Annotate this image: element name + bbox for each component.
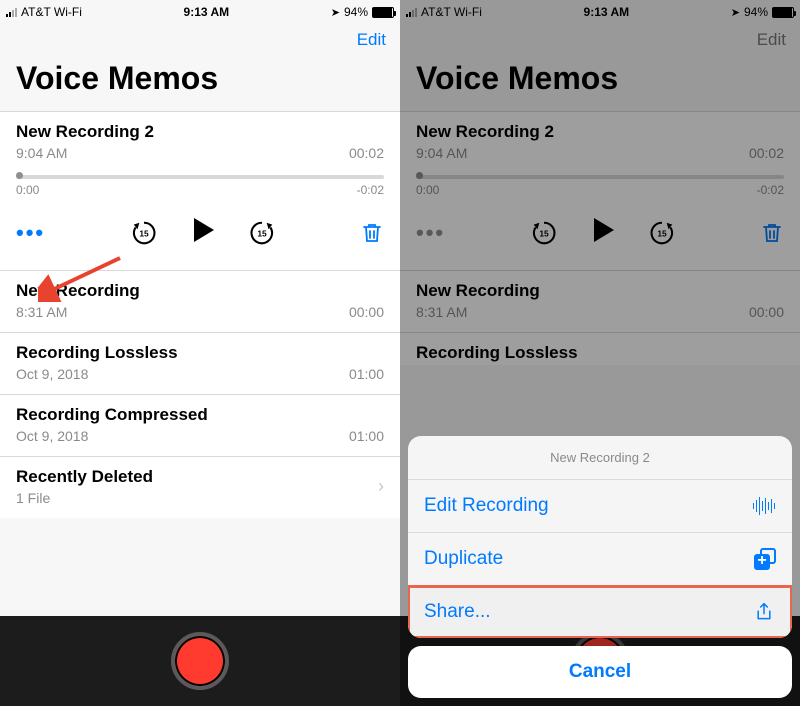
scrubber-thumb[interactable] (16, 172, 23, 179)
signal-icon (6, 7, 17, 17)
location-icon: ➤ (331, 6, 340, 19)
recording-row[interactable]: Recording Compressed Oct 9, 201801:00 (0, 394, 400, 456)
play-button[interactable] (188, 215, 218, 250)
recording-title: Recording Compressed (16, 405, 384, 425)
recording-row[interactable]: Recording Lossless Oct 9, 201801:00 (0, 332, 400, 394)
recording-expanded: New Recording 2 9:04 AM00:02 0:00-0:02 •… (400, 111, 800, 270)
chevron-right-icon: › (378, 476, 384, 497)
recording-row: New Recording 8:31 AM00:00 (400, 270, 800, 332)
battery-pct: 94% (344, 5, 368, 19)
scrubber (416, 175, 784, 179)
status-bar: AT&T Wi-Fi 9:13 AM ➤ 94% (0, 0, 400, 20)
carrier-label: AT&T Wi-Fi (421, 5, 482, 19)
carrier-label: AT&T Wi-Fi (21, 5, 82, 19)
trash-icon[interactable] (360, 223, 384, 243)
skip-forward-15-icon: 15 (648, 219, 676, 247)
recording-expanded[interactable]: New Recording 2 9:04 AM 00:02 0:00 -0:02… (0, 111, 400, 270)
status-time: 9:13 AM (184, 5, 230, 19)
skip-forward-15-icon[interactable]: 15 (248, 219, 276, 247)
nav-bar: Edit (400, 20, 800, 54)
recording-title: Recording Lossless (16, 343, 384, 363)
recently-deleted-title: Recently Deleted (16, 467, 153, 487)
recording-title: New Recording 2 (16, 122, 384, 142)
record-button[interactable] (171, 632, 229, 690)
location-icon: ➤ (731, 6, 740, 19)
sheet-edit-recording[interactable]: Edit Recording (408, 480, 792, 533)
recently-deleted-row[interactable]: Recently Deleted 1 File › (0, 456, 400, 518)
svg-text:15: 15 (657, 228, 667, 238)
more-options-button[interactable]: ••• (16, 220, 45, 246)
skip-back-15-icon[interactable]: 15 (130, 219, 158, 247)
battery-icon (372, 7, 394, 18)
page-title: Voice Memos (0, 54, 400, 111)
recording-duration: 00:02 (349, 145, 384, 161)
status-bar: AT&T Wi-Fi 9:13 AM ➤ 94% (400, 0, 800, 20)
battery-icon (772, 7, 794, 18)
scrubber[interactable] (16, 175, 384, 179)
more-options-button: ••• (416, 220, 445, 246)
remaining-label: -0:02 (357, 183, 384, 197)
edit-button[interactable]: Edit (357, 30, 386, 50)
skip-back-15-icon: 15 (530, 219, 558, 247)
sheet-title: New Recording 2 (408, 436, 792, 480)
phone-right: AT&T Wi-Fi 9:13 AM ➤ 94% Edit Voice Memo… (400, 0, 800, 706)
sheet-duplicate[interactable]: Duplicate + (408, 533, 792, 586)
waveform-icon (752, 496, 776, 516)
status-time: 9:13 AM (584, 5, 630, 19)
record-bar (0, 616, 400, 706)
share-icon (752, 602, 776, 622)
recording-title: New Recording (16, 281, 384, 301)
page-title: Voice Memos (400, 54, 800, 111)
svg-text:15: 15 (539, 228, 549, 238)
recording-time: 9:04 AM (16, 145, 67, 161)
nav-bar: Edit (0, 20, 400, 54)
sheet-share[interactable]: Share... (408, 586, 792, 638)
phone-left: AT&T Wi-Fi 9:13 AM ➤ 94% Edit Voice Memo… (0, 0, 400, 706)
svg-text:15: 15 (139, 228, 149, 238)
play-button (588, 215, 618, 250)
recording-row[interactable]: New Recording 8:31 AM00:00 (0, 270, 400, 332)
trash-icon (760, 223, 784, 243)
sheet-cancel[interactable]: Cancel (408, 646, 792, 698)
elapsed-label: 0:00 (16, 183, 39, 197)
svg-text:15: 15 (257, 228, 267, 238)
recording-row-partial: Recording Lossless (400, 332, 800, 365)
edit-button[interactable]: Edit (757, 30, 786, 50)
duplicate-icon: + (754, 548, 776, 570)
action-sheet: New Recording 2 Edit Recording Duplicate… (408, 436, 792, 698)
signal-icon (406, 7, 417, 17)
battery-pct: 94% (744, 5, 768, 19)
